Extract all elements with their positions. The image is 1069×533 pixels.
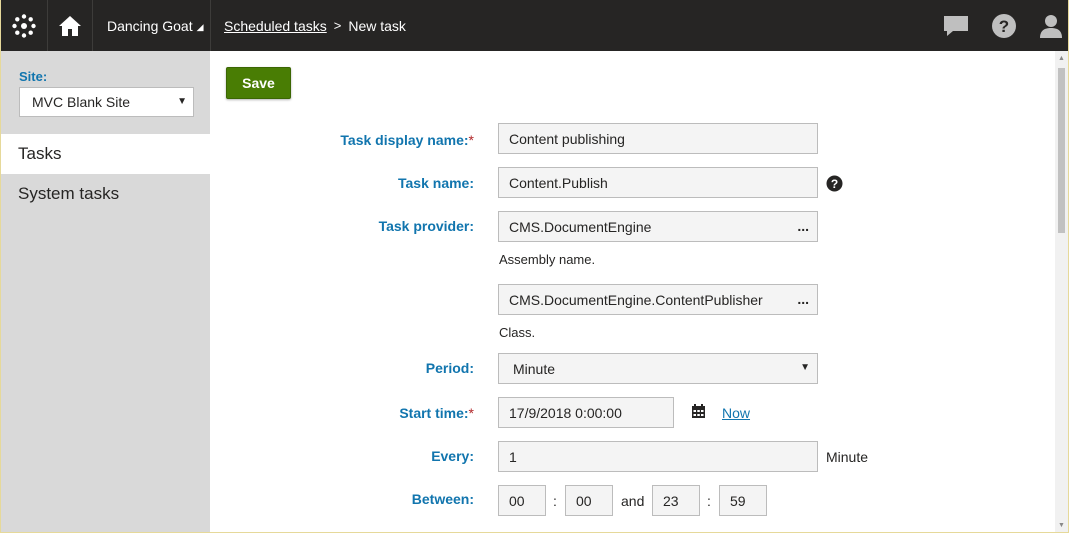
top-header: Dancing Goat ◢ Scheduled tasks > New tas… bbox=[1, 0, 1068, 51]
between-from-minute-input[interactable]: 00 bbox=[565, 485, 613, 516]
assembly-name-value: CMS.DocumentEngine bbox=[509, 218, 652, 235]
breadcrumb-current: New task bbox=[348, 17, 406, 34]
to-minute-value: 59 bbox=[730, 492, 746, 509]
app-window: Dancing Goat ◢ Scheduled tasks > New tas… bbox=[0, 0, 1069, 533]
period-value: Minute bbox=[513, 360, 556, 377]
site-switcher-label: Dancing Goat bbox=[107, 17, 193, 34]
between-to-minute-input[interactable]: 59 bbox=[719, 485, 767, 516]
every-unit: Minute bbox=[826, 449, 869, 465]
between-from-hour-input[interactable]: 00 bbox=[498, 485, 546, 516]
sidebar: Site: MVC Blank Site ▼ Tasks System task… bbox=[1, 51, 210, 532]
site-select[interactable]: MVC Blank Site ▼ bbox=[19, 87, 194, 117]
vertical-scrollbar[interactable]: ▲ ▼ bbox=[1055, 51, 1068, 532]
svg-text:?: ? bbox=[999, 17, 1009, 36]
display-name-label-text: Task display name: bbox=[340, 132, 469, 148]
help-icon[interactable]: ? bbox=[826, 175, 843, 195]
time-colon: : bbox=[707, 493, 711, 509]
start-time-value: 17/9/2018 0:00:00 bbox=[509, 404, 622, 421]
start-time-input[interactable]: 17/9/2018 0:00:00 bbox=[498, 397, 674, 428]
save-button[interactable]: Save bbox=[226, 67, 291, 99]
user-icon[interactable] bbox=[1036, 0, 1066, 51]
help-icon[interactable]: ? bbox=[989, 0, 1019, 51]
display-name-value: Content publishing bbox=[509, 130, 625, 147]
between-label: Between: bbox=[411, 491, 474, 507]
sidebar-item-system-tasks[interactable]: System tasks bbox=[1, 174, 210, 214]
site-select-value: MVC Blank Site bbox=[32, 94, 131, 110]
time-colon: : bbox=[553, 493, 557, 509]
dropdown-arrow-icon: ▼ bbox=[800, 362, 810, 373]
more-options-icon[interactable]: ... bbox=[797, 291, 809, 307]
display-name-label: Task display name:* bbox=[340, 132, 474, 148]
home-icon[interactable] bbox=[48, 0, 93, 51]
from-minute-value: 00 bbox=[576, 492, 592, 509]
required-marker: * bbox=[468, 132, 474, 148]
assembly-name-selector[interactable]: CMS.DocumentEngine ... bbox=[498, 211, 818, 242]
kentico-logo-icon[interactable] bbox=[1, 0, 48, 51]
from-hour-value: 00 bbox=[509, 492, 525, 509]
caret-down-icon: ◢ bbox=[196, 22, 204, 32]
scroll-down-arrow-icon[interactable]: ▼ bbox=[1058, 522, 1065, 529]
more-options-icon[interactable]: ... bbox=[797, 218, 809, 234]
class-name-selector[interactable]: CMS.DocumentEngine.ContentPublisher ... bbox=[498, 284, 818, 315]
dropdown-arrow-icon: ▼ bbox=[177, 96, 187, 107]
required-marker: * bbox=[468, 405, 474, 421]
start-time-label: Start time:* bbox=[399, 405, 474, 421]
breadcrumb: Scheduled tasks > New task bbox=[224, 0, 406, 51]
display-name-input[interactable]: Content publishing bbox=[498, 123, 818, 154]
every-input[interactable]: 1 bbox=[498, 441, 818, 472]
scrollbar-thumb[interactable] bbox=[1058, 68, 1065, 233]
every-value: 1 bbox=[509, 448, 517, 465]
task-name-input[interactable]: Content.Publish bbox=[498, 167, 818, 198]
task-name-value: Content.Publish bbox=[509, 174, 608, 191]
class-hint: Class. bbox=[499, 325, 536, 340]
assembly-name-hint: Assembly name. bbox=[499, 252, 596, 267]
task-provider-label: Task provider: bbox=[378, 218, 474, 234]
site-label: Site: bbox=[19, 69, 48, 84]
chat-icon[interactable] bbox=[941, 0, 971, 51]
every-label: Every: bbox=[431, 448, 474, 464]
period-select[interactable]: Minute ▼ bbox=[498, 353, 818, 384]
scroll-up-arrow-icon[interactable]: ▲ bbox=[1058, 55, 1065, 62]
class-name-value: CMS.DocumentEngine.ContentPublisher bbox=[509, 291, 763, 308]
start-time-label-text: Start time: bbox=[399, 405, 469, 421]
breadcrumb-scheduled-tasks[interactable]: Scheduled tasks bbox=[224, 18, 327, 34]
site-switcher[interactable]: Dancing Goat ◢ bbox=[97, 0, 211, 51]
period-label: Period: bbox=[425, 360, 474, 376]
between-to-hour-input[interactable]: 23 bbox=[652, 485, 700, 516]
calendar-icon[interactable] bbox=[691, 404, 706, 422]
svg-text:?: ? bbox=[831, 177, 838, 191]
and-label: and bbox=[621, 493, 645, 509]
to-hour-value: 23 bbox=[663, 492, 679, 509]
now-link[interactable]: Now bbox=[722, 405, 750, 421]
sidebar-item-tasks[interactable]: Tasks bbox=[1, 134, 210, 174]
breadcrumb-separator: > bbox=[333, 18, 342, 33]
main-content: Save Task display name:* Content publish… bbox=[210, 51, 1060, 532]
task-name-label: Task name: bbox=[398, 175, 474, 191]
